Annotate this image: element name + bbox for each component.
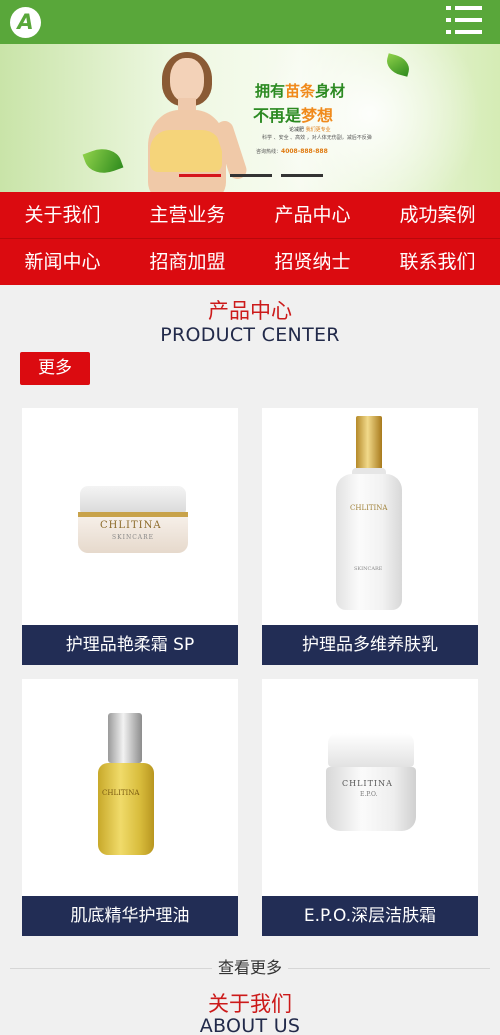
nav-item-products[interactable]: 产品中心 (250, 192, 375, 238)
bottle-cap (356, 416, 382, 470)
product-brand-sub: E.P.O. (360, 791, 378, 798)
model-face (170, 58, 204, 102)
nav-item-business[interactable]: 主营业务 (125, 192, 250, 238)
nav-item-careers[interactable]: 招贤纳士 (250, 239, 375, 285)
logo-icon[interactable]: A (10, 7, 41, 38)
jar-lid (80, 486, 186, 514)
oil-bottle-body (98, 763, 154, 855)
product-card[interactable]: CHLITINA SKINCARE 护理品多维养肤乳 (262, 408, 478, 665)
bottle-body (336, 474, 402, 610)
model-top (150, 130, 222, 172)
jar-body (326, 767, 416, 831)
product-card[interactable]: CHLITINA 肌底精华护理油 (22, 679, 238, 936)
dropper-cap (108, 713, 142, 763)
product-name[interactable]: E.P.O.深层洁肤霜 (262, 896, 478, 936)
view-more-link[interactable]: 查看更多 (0, 958, 500, 978)
slider-dot-3[interactable] (281, 174, 323, 177)
nav-item-contact[interactable]: 联系我们 (375, 239, 500, 285)
product-card[interactable]: CHLITINA SKINCARE 护理品艳柔霜 SP (22, 408, 238, 665)
products-title-cn: 产品中心 (208, 299, 292, 323)
menu-bar (455, 6, 482, 10)
menu-bar (455, 30, 482, 34)
menu-dot (446, 18, 451, 22)
hamburger-menu-icon[interactable] (446, 6, 482, 36)
jar-lid (328, 733, 414, 767)
banner-hotline: 咨询热线：4008-888-888 (256, 148, 328, 155)
product-image: CHLITINA (22, 679, 238, 896)
product-card[interactable]: CHLITINA E.P.O. E.P.O.深层洁肤霜 (262, 679, 478, 936)
main-nav: 关于我们 主营业务 产品中心 成功案例 新闻中心 招商加盟 招贤纳士 联系我们 (0, 192, 500, 285)
product-name[interactable]: 护理品多维养肤乳 (262, 625, 478, 665)
more-button[interactable]: 更多 (20, 352, 90, 385)
product-brand: CHLITINA (100, 520, 162, 531)
product-brand: CHLITINA (102, 789, 140, 797)
menu-dot (446, 30, 451, 34)
banner-brand-line: 论减肥 我们更专业 (289, 127, 331, 133)
about-title-cn: 关于我们 (208, 992, 292, 1016)
product-image: CHLITINA SKINCARE (22, 408, 238, 625)
logo-letter: A (17, 10, 34, 34)
slider-dot-1[interactable] (179, 174, 221, 177)
banner-headline-2: 不再是梦想 (253, 106, 334, 125)
product-brand: CHLITINA (342, 779, 393, 788)
slider-indicators (179, 174, 323, 178)
banner-features: 科学 、安全 、高效 ，对人体无伤副，减后不反弹 (262, 135, 372, 141)
nav-item-about[interactable]: 关于我们 (0, 192, 125, 238)
nav-item-cases[interactable]: 成功案例 (375, 192, 500, 238)
banner-headline-1: 拥有苗条身材 (255, 82, 346, 100)
product-name[interactable]: 护理品艳柔霜 SP (22, 625, 238, 665)
view-more-label: 查看更多 (211, 958, 288, 977)
product-brand: CHLITINA (350, 504, 388, 512)
product-image: CHLITINA E.P.O. (262, 679, 478, 896)
menu-dot (446, 6, 451, 10)
product-name[interactable]: 肌底精华护理油 (22, 896, 238, 936)
product-brand-sub: SKINCARE (112, 534, 155, 541)
about-title-en: ABOUT US (199, 1015, 301, 1035)
hero-banner[interactable]: 拥有苗条身材 不再是梦想 论减肥 我们更专业 科学 、安全 、高效 ，对人体无伤… (0, 44, 500, 192)
top-header: A (0, 0, 500, 44)
nav-item-news[interactable]: 新闻中心 (0, 239, 125, 285)
menu-bar (455, 18, 482, 22)
slider-dot-2[interactable] (230, 174, 272, 177)
product-brand-sub: SKINCARE (354, 566, 383, 572)
products-title-en: PRODUCT CENTER (160, 324, 340, 346)
nav-item-franchise[interactable]: 招商加盟 (125, 239, 250, 285)
leaf-icon (82, 142, 124, 180)
product-image: CHLITINA SKINCARE (262, 408, 478, 625)
